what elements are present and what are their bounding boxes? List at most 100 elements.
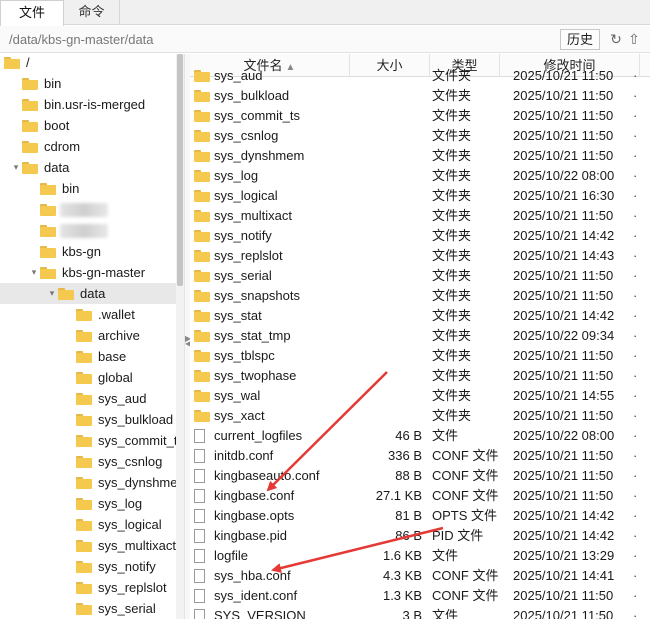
tree-item[interactable]: archive	[0, 325, 176, 346]
file-icon	[194, 569, 205, 583]
tree-item[interactable]	[0, 199, 176, 220]
file-size: 27.1 KB	[375, 488, 422, 503]
file-name: sys_dynshmem	[214, 148, 305, 163]
tree-item[interactable]: bin	[0, 178, 176, 199]
tree-item-label: kbs-gn	[62, 244, 102, 259]
tree-item[interactable]: sys_notify	[0, 556, 176, 577]
tree-item[interactable]: sys_aud	[0, 388, 176, 409]
tab-commands[interactable]: 命令	[64, 0, 120, 25]
file-mtime: 2025/10/21 11:50	[513, 208, 614, 223]
file-mtime: 2025/10/21 13:29	[513, 548, 615, 563]
file-mtime: 2025/10/21 11:50	[513, 488, 614, 503]
folder-row[interactable]: sys_snapshots 文件夹 2025/10/21 11:50 ·	[190, 286, 650, 306]
file-row[interactable]: current_logfiles 46 B 文件 2025/10/22 08:00 ·	[190, 426, 650, 446]
tree-item-label: .wallet	[98, 307, 135, 322]
tab-files[interactable]: 文件	[0, 0, 64, 26]
folder-row[interactable]: sys_notify 文件夹 2025/10/21 14:42 ·	[190, 226, 650, 246]
folder-icon	[76, 435, 92, 447]
folder-row[interactable]: sys_dynshmem 文件夹 2025/10/21 11:50 ·	[190, 146, 650, 166]
tree-item[interactable]: sys_log	[0, 493, 176, 514]
redacted-label	[60, 203, 108, 217]
file-type: 文件夹	[432, 248, 472, 263]
file-row[interactable]: kingbase.pid 86 B PID 文件 2025/10/21 14:42 ·	[190, 526, 650, 546]
folder-row[interactable]: sys_aud 文件夹 2025/10/21 11:50 ·	[190, 66, 650, 86]
tree-item[interactable]: ▾ data	[0, 283, 176, 304]
tree-item[interactable]: ▾ data	[0, 157, 176, 178]
tree-scrollbar-thumb[interactable]	[177, 54, 183, 286]
file-row[interactable]: sys_hba.conf 4.3 KB CONF 文件 2025/10/21 14:4…	[190, 566, 650, 586]
tree-item-label: boot	[44, 118, 70, 133]
tree-item-label: sys_log	[98, 496, 143, 511]
tree-item[interactable]: sys_serial	[0, 598, 176, 619]
row-overflow-marker: ·	[633, 568, 638, 583]
tree-item[interactable]	[0, 220, 176, 241]
file-mtime: 2025/10/21 11:50	[513, 108, 614, 123]
up-arrow-icon[interactable]: ⇧	[626, 30, 642, 48]
tree-item[interactable]: .wallet	[0, 304, 176, 325]
file-row[interactable]: logfile 1.6 KB 文件 2025/10/21 13:29 ·	[190, 546, 650, 566]
folder-icon	[22, 99, 38, 111]
folder-row[interactable]: sys_multixact 文件夹 2025/10/21 11:50 ·	[190, 206, 650, 226]
folder-row[interactable]: sys_wal 文件夹 2025/10/21 14:55 ·	[190, 386, 650, 406]
tree-item[interactable]: kbs-gn	[0, 241, 176, 262]
file-row[interactable]: sys_ident.conf 1.3 KB CONF 文件 2025/10/21 11…	[190, 586, 650, 606]
folder-row[interactable]: sys_twophase 文件夹 2025/10/21 11:50 ·	[190, 366, 650, 386]
file-name: kingbaseauto.conf	[214, 468, 320, 483]
file-row[interactable]: kingbase.conf 27.1 KB CONF 文件 2025/10/21 11…	[190, 486, 650, 506]
tree-item[interactable]: sys_commit_ts	[0, 430, 184, 451]
folder-row[interactable]: sys_stat_tmp 文件夹 2025/10/22 09:34 ·	[190, 326, 650, 346]
file-name: sys_commit_ts	[214, 108, 300, 123]
tree-item[interactable]: base	[0, 346, 176, 367]
tree-item[interactable]: ▾/	[0, 54, 176, 73]
file-row[interactable]: kingbase.opts 81 B OPTS 文件 2025/10/21 14:42…	[190, 506, 650, 526]
path-input[interactable]	[5, 30, 550, 49]
folder-icon	[22, 120, 38, 132]
tree-item[interactable]: sys_replslot	[0, 577, 176, 598]
folder-row[interactable]: sys_logical 文件夹 2025/10/21 16:30 ·	[190, 186, 650, 206]
chevron-down-icon[interactable]: ▾	[28, 262, 40, 283]
history-button[interactable]: 历史	[560, 29, 600, 50]
file-row[interactable]: initdb.conf 336 B CONF 文件 2025/10/21 11:50 ·	[190, 446, 650, 466]
tree-item-label: sys_dynshmem	[98, 475, 184, 490]
tree-item[interactable]: bin	[0, 73, 176, 94]
chevron-down-icon[interactable]: ▾	[10, 157, 22, 178]
folder-row[interactable]: sys_tblspc 文件夹 2025/10/21 11:50 ·	[190, 346, 650, 366]
folder-icon	[194, 350, 210, 362]
tree-item[interactable]: sys_dynshmem	[0, 472, 184, 493]
folder-row[interactable]: sys_log 文件夹 2025/10/22 08:00 ·	[190, 166, 650, 186]
refresh-icon[interactable]: ↻	[608, 30, 624, 48]
file-mtime: 2025/10/21 14:42	[513, 508, 615, 523]
tree-item[interactable]: sys_logical	[0, 514, 176, 535]
folder-row[interactable]: sys_xact 文件夹 2025/10/21 11:50 ·	[190, 406, 650, 426]
tree-item[interactable]: bin.usr-is-merged	[0, 94, 176, 115]
row-overflow-marker: ·	[633, 148, 638, 163]
folder-icon	[76, 498, 92, 510]
tree-item[interactable]: global	[0, 367, 176, 388]
tree-item[interactable]: boot	[0, 115, 176, 136]
folder-icon	[194, 190, 210, 202]
tree-item[interactable]: sys_multixact	[0, 535, 176, 556]
tab-bar: 文件 命令	[0, 0, 650, 26]
folder-row[interactable]: sys_stat 文件夹 2025/10/21 14:42 ·	[190, 306, 650, 326]
file-row[interactable]: kingbaseauto.conf 88 B CONF 文件 2025/10/21 1…	[190, 466, 650, 486]
folder-icon	[194, 390, 210, 402]
folder-row[interactable]: sys_bulkload 文件夹 2025/10/21 11:50 ·	[190, 86, 650, 106]
file-name: sys_multixact	[214, 208, 293, 223]
folder-row[interactable]: sys_csnlog 文件夹 2025/10/21 11:50 ·	[190, 126, 650, 146]
folder-row[interactable]: sys_serial 文件夹 2025/10/21 11:50 ·	[190, 266, 650, 286]
file-type: CONF 文件	[432, 568, 499, 583]
folder-row[interactable]: sys_replslot 文件夹 2025/10/21 14:43 ·	[190, 246, 650, 266]
tree-item[interactable]: cdrom	[0, 136, 176, 157]
tree-item-label: sys_bulkload	[98, 412, 174, 427]
row-overflow-marker: ·	[633, 128, 638, 143]
file-row[interactable]: SYS_VERSION 3 B 文件 2025/10/21 11:50 ·	[190, 606, 650, 619]
tree-item-label: cdrom	[44, 139, 81, 154]
tree-item[interactable]: ▾ kbs-gn-master	[0, 262, 176, 283]
tree-item[interactable]: sys_csnlog	[0, 451, 176, 472]
file-name: sys_bulkload	[214, 88, 290, 103]
tree-scrollbar[interactable]	[176, 54, 184, 619]
tree-item[interactable]: sys_bulkload	[0, 409, 176, 430]
chevron-down-icon[interactable]: ▾	[46, 283, 58, 304]
file-size: 86 B	[395, 528, 422, 543]
folder-row[interactable]: sys_commit_ts 文件夹 2025/10/21 11:50 ·	[190, 106, 650, 126]
